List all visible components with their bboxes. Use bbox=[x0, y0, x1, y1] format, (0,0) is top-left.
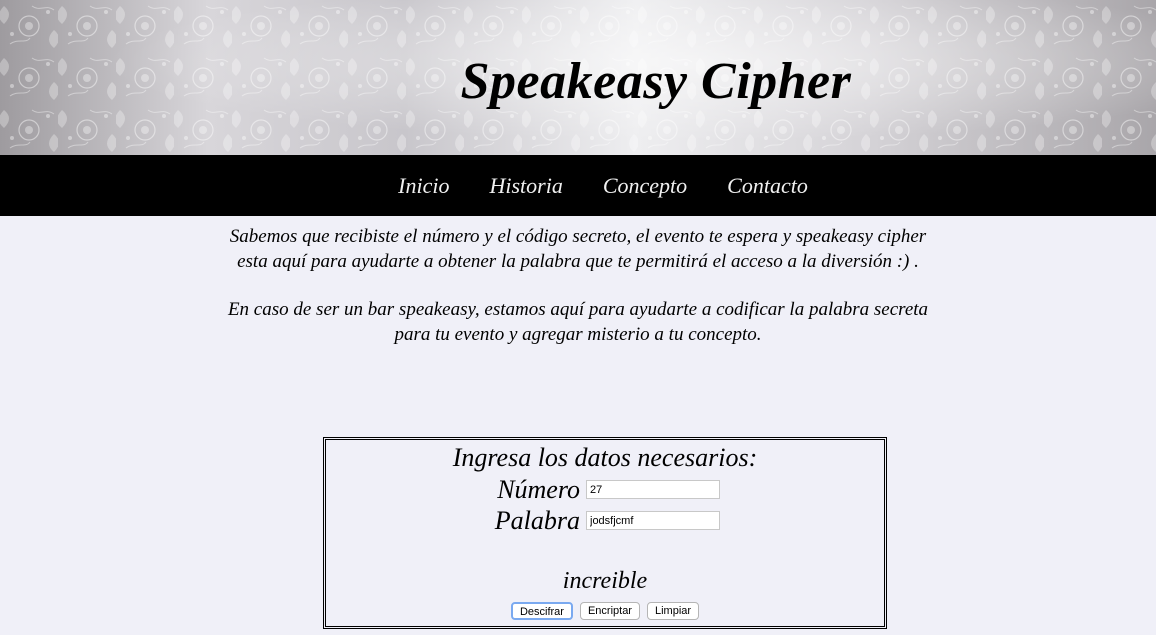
numero-row: Número bbox=[326, 474, 884, 505]
nav-link-historia[interactable]: Historia bbox=[489, 173, 562, 199]
main-navbar: Inicio Historia Concepto Contacto bbox=[0, 155, 1156, 216]
numero-label: Número bbox=[497, 474, 580, 504]
clear-button[interactable]: Limpiar bbox=[646, 602, 700, 620]
header-banner: Speakeasy Cipher bbox=[0, 0, 1156, 155]
result-text: increible bbox=[562, 568, 648, 594]
nav-link-inicio[interactable]: Inicio bbox=[398, 173, 449, 199]
palabra-input[interactable] bbox=[586, 511, 720, 530]
decrypt-button[interactable]: Descifrar bbox=[510, 602, 573, 620]
intro-text: Sabemos que recibiste el número y el cód… bbox=[218, 224, 938, 347]
palabra-row: Palabra bbox=[326, 505, 884, 536]
form-buttons: Descifrar Encriptar Limpiar bbox=[326, 602, 884, 620]
encrypt-button[interactable]: Encriptar bbox=[579, 602, 640, 620]
nav-link-concepto[interactable]: Concepto bbox=[603, 173, 687, 199]
intro-paragraph-2: En caso de ser un bar speakeasy, estamos… bbox=[227, 299, 929, 345]
nav-link-contacto[interactable]: Contacto bbox=[727, 173, 808, 199]
form-title: Ingresa los datos necesarios: bbox=[452, 443, 758, 472]
site-title: Speakeasy Cipher bbox=[460, 53, 852, 110]
numero-input[interactable] bbox=[586, 480, 720, 499]
palabra-label: Palabra bbox=[494, 505, 580, 535]
cipher-form: Ingresa los datos necesarios: Número Pal… bbox=[323, 437, 887, 629]
intro-paragraph-1: Sabemos que recibiste el número y el cód… bbox=[229, 226, 927, 272]
